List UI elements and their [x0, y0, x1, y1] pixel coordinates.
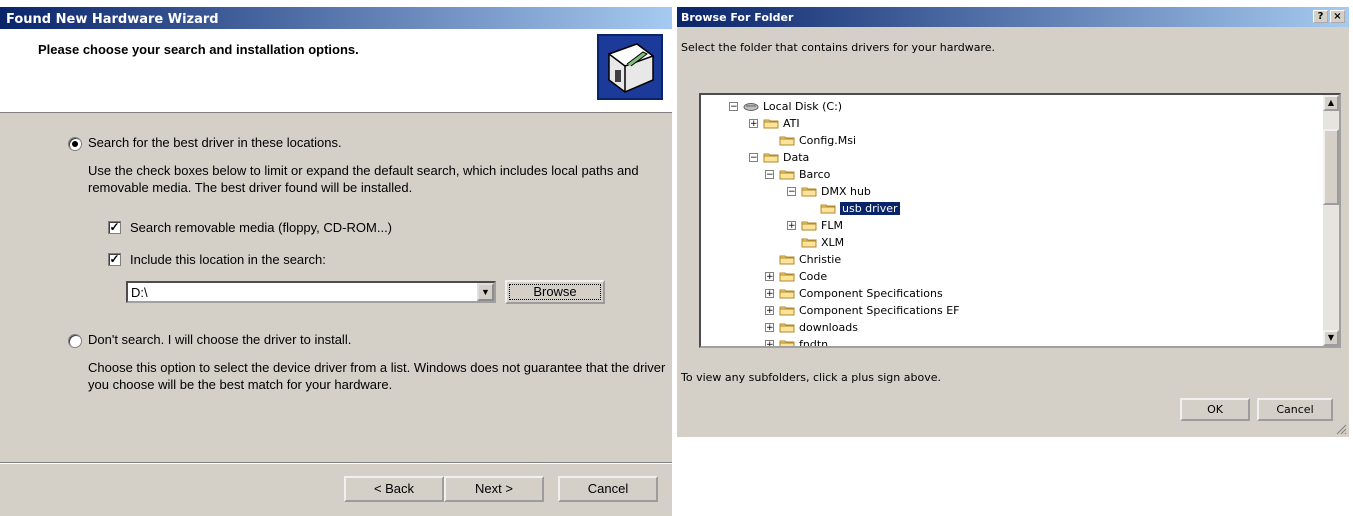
search-best-driver-radio[interactable]: [68, 137, 82, 151]
browse-button-label: Browse: [509, 284, 601, 300]
collapse-icon[interactable]: −: [749, 153, 758, 163]
ok-button[interactable]: OK: [1180, 398, 1250, 421]
tree-item-label: Code: [799, 270, 828, 283]
dont-search-radio[interactable]: [68, 334, 82, 348]
dont-search-label[interactable]: Don't search. I will choose the driver t…: [88, 332, 351, 347]
folder-icon: [779, 255, 795, 265]
tree-item-label: Barco: [799, 168, 831, 181]
location-value: D:\: [131, 285, 148, 300]
folder-icon: [763, 119, 779, 129]
wizard-heading: Please choose your search and installati…: [38, 42, 359, 57]
folder-icon: [779, 170, 795, 180]
search-removable-media-checkbox[interactable]: ✓: [108, 221, 121, 234]
collapse-icon[interactable]: −: [729, 102, 738, 112]
browse-for-folder-dialog: Browse For Folder ? × Select the folder …: [677, 7, 1349, 437]
wizard-separator: [0, 462, 672, 464]
folder-icon: [801, 238, 817, 248]
wizard-title-bar[interactable]: Found New Hardware Wizard: [0, 7, 672, 29]
tree-scrollbar[interactable]: ▲ ▼: [1323, 95, 1339, 346]
tree-item-label: Component Specifications: [799, 287, 943, 300]
tree-item-label: DMX hub: [821, 185, 871, 198]
scroll-down-icon[interactable]: ▼: [1323, 330, 1339, 346]
include-location-label[interactable]: Include this location in the search:: [130, 252, 326, 267]
folder-icon: [779, 323, 795, 333]
browse-title-bar[interactable]: Browse For Folder ? ×: [677, 7, 1349, 27]
expand-icon[interactable]: +: [765, 272, 774, 282]
tree-item-label: usb driver: [840, 202, 900, 215]
expand-icon[interactable]: +: [787, 221, 796, 231]
expand-icon[interactable]: +: [765, 340, 774, 346]
scroll-up-icon[interactable]: ▲: [1323, 95, 1339, 111]
location-combobox[interactable]: D:\ ▼: [126, 281, 496, 303]
help-button[interactable]: ?: [1313, 10, 1328, 23]
browse-button[interactable]: Browse: [505, 280, 605, 304]
dropdown-arrow-icon[interactable]: ▼: [477, 283, 494, 301]
folder-icon: [779, 289, 795, 299]
wizard-cancel-button[interactable]: Cancel: [558, 476, 658, 502]
folder-icon: [801, 221, 817, 231]
drive-icon: [743, 103, 759, 111]
expand-icon[interactable]: +: [749, 119, 758, 129]
tree-item-label: Christie: [799, 253, 842, 266]
wizard-header: Please choose your search and installati…: [0, 29, 672, 113]
folder-icon: [820, 204, 836, 214]
browse-title: Browse For Folder: [681, 11, 794, 24]
next-button[interactable]: Next >: [444, 476, 544, 502]
folder-tree[interactable]: − Local Disk (C:) + ATI Config.Msi − Data − Barc…: [699, 93, 1341, 348]
hardware-wizard-window: Found New Hardware Wizard Please choose …: [0, 7, 672, 516]
tree-item-label: fndtn: [799, 338, 829, 348]
close-button[interactable]: ×: [1330, 10, 1345, 23]
browse-instruction: Select the folder that contains drivers …: [681, 41, 996, 54]
folder-icon: [779, 340, 795, 346]
dont-search-description: Choose this option to select the device …: [88, 360, 666, 392]
browse-hint: To view any subfolders, click a plus sig…: [681, 371, 941, 384]
back-button[interactable]: < Back: [344, 476, 444, 502]
include-location-checkbox[interactable]: ✓: [108, 253, 121, 266]
tree-item-label: downloads: [799, 321, 858, 334]
wizard-title: Found New Hardware Wizard: [6, 12, 219, 27]
folder-icon: [763, 153, 779, 163]
expand-icon[interactable]: +: [765, 289, 774, 299]
folder-icon: [779, 136, 795, 146]
search-option-description: Use the check boxes below to limit or ex…: [88, 163, 639, 195]
expand-icon[interactable]: +: [765, 323, 774, 333]
search-best-driver-label[interactable]: Search for the best driver in these loca…: [88, 135, 342, 150]
search-removable-media-label[interactable]: Search removable media (floppy, CD-ROM..…: [130, 220, 392, 235]
tree-item-label: ATI: [783, 117, 800, 130]
tree-item-label: Component Specifications EF: [799, 304, 960, 317]
hardware-wizard-icon: [597, 34, 663, 100]
browse-cancel-button[interactable]: Cancel: [1257, 398, 1333, 421]
expand-icon[interactable]: +: [765, 306, 774, 316]
folder-icon: [779, 306, 795, 316]
tree-item-label: Data: [783, 151, 810, 164]
resize-grip-icon[interactable]: [1335, 423, 1347, 435]
collapse-icon[interactable]: −: [787, 187, 796, 197]
tree-item-label: Config.Msi: [799, 134, 857, 147]
tree-item-label: Local Disk (C:): [763, 100, 843, 113]
folder-icon: [801, 187, 817, 197]
tree-item-label: XLM: [821, 236, 845, 249]
folder-icon: [779, 272, 795, 282]
collapse-icon[interactable]: −: [765, 170, 774, 180]
tree-item-label: FLM: [821, 219, 843, 232]
scroll-thumb[interactable]: [1323, 129, 1339, 205]
